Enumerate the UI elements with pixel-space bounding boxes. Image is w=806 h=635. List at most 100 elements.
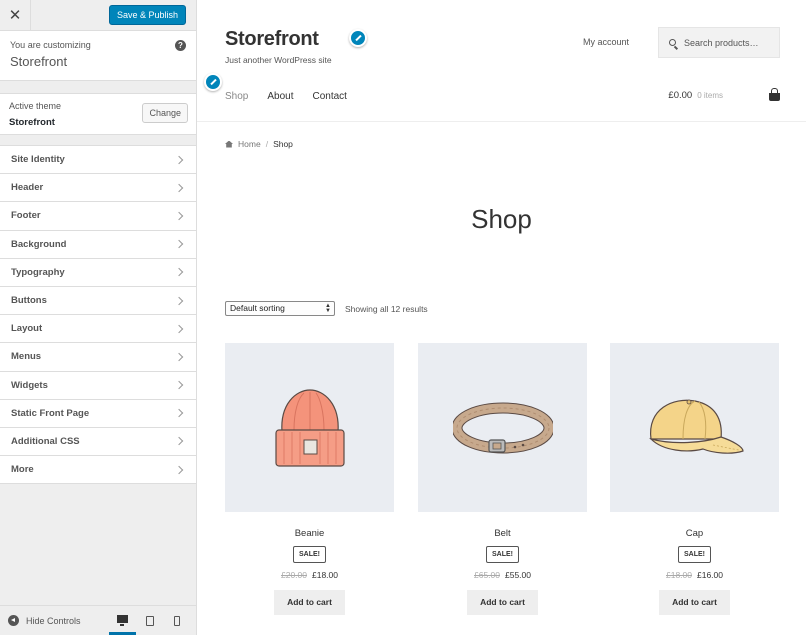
site-title[interactable]: Storefront — [225, 28, 319, 51]
hide-controls-label: Hide Controls — [26, 615, 81, 626]
regular-price: £18.00 — [666, 570, 692, 580]
breadcrumb: Home / Shop — [225, 139, 293, 149]
chevron-right-icon — [174, 239, 184, 249]
regular-price: £65.00 — [474, 570, 500, 580]
regular-price: £20.00 — [281, 570, 307, 580]
chevron-right-icon — [174, 296, 184, 305]
save-publish-button[interactable]: Save & Publish — [108, 5, 186, 25]
active-theme-panel: Active theme Storefront Change — [0, 93, 196, 135]
customizer-footer: Hide Controls — [0, 605, 196, 635]
my-account-link[interactable]: My account — [583, 37, 629, 47]
sale-price: £55.00 — [505, 570, 531, 580]
section-label: Menus — [11, 351, 42, 363]
breadcrumb-current: Shop — [273, 139, 293, 149]
sale-price: £16.00 — [697, 570, 723, 580]
customizer-sections: Site Identity Header Footer Background T… — [0, 145, 196, 485]
section-label: More — [11, 464, 34, 476]
section-label: Site Identity — [11, 154, 65, 166]
breadcrumb-separator: / — [265, 139, 269, 149]
preview-desktop-button[interactable] — [109, 606, 136, 635]
section-label: Layout — [11, 323, 43, 335]
nav-item-shop[interactable]: Shop — [225, 91, 248, 102]
customizing-info: You are customizing Storefront ? — [0, 31, 196, 81]
hide-controls-button[interactable]: Hide Controls — [0, 615, 81, 626]
section-background[interactable]: Background — [0, 230, 196, 259]
product-card: Beanie SALE! £20.00 £18.00 Add to cart — [225, 343, 394, 615]
chevron-right-icon — [174, 155, 184, 164]
collapse-arrow-icon — [8, 615, 19, 626]
section-layout[interactable]: Layout — [0, 315, 196, 344]
product-search-input[interactable]: Search products… — [658, 27, 780, 58]
smartphone-icon — [173, 615, 180, 626]
section-typography[interactable]: Typography — [0, 258, 196, 287]
section-label: Footer — [11, 210, 41, 222]
change-theme-button[interactable]: Change — [142, 103, 188, 123]
section-additional-css[interactable]: Additional CSS — [0, 427, 196, 457]
sale-badge: SALE! — [678, 546, 711, 563]
nav-item-contact[interactable]: Contact — [313, 91, 347, 102]
header-divider — [197, 121, 806, 122]
nav-item-about[interactable]: About — [267, 91, 293, 102]
section-header[interactable]: Header — [0, 174, 196, 203]
section-buttons[interactable]: Buttons — [0, 286, 196, 316]
sale-badge: SALE! — [486, 546, 519, 563]
preview-mobile-button[interactable] — [163, 606, 190, 635]
select-arrows-icon: ▲ ▼ — [325, 303, 331, 314]
chevron-right-icon — [174, 380, 184, 390]
section-label: Header — [11, 182, 44, 194]
search-icon — [669, 39, 676, 46]
customizer-header: ✕ Save & Publish — [0, 0, 196, 31]
desktop-icon — [117, 615, 128, 626]
chevron-right-icon — [174, 268, 184, 277]
section-more[interactable]: More — [0, 456, 196, 485]
product-card: Cap SALE! £18.00 £16.00 Add to cart — [610, 343, 779, 615]
cart-amount: £0.00 — [668, 90, 693, 101]
primary-navigation: Shop About Contact — [225, 91, 366, 102]
section-footer[interactable]: Footer — [0, 202, 196, 231]
product-name[interactable]: Beanie — [225, 528, 394, 539]
sorting-select[interactable]: Default sorting ▲ ▼ — [225, 301, 335, 316]
chevron-right-icon — [174, 437, 184, 446]
customizing-title: Storefront — [10, 54, 68, 69]
product-price: £18.00 £16.00 — [610, 570, 779, 580]
section-menus[interactable]: Menus — [0, 343, 196, 372]
product-name[interactable]: Belt — [418, 528, 587, 539]
section-label: Static Front Page — [11, 407, 90, 419]
chevron-right-icon — [174, 183, 184, 193]
section-static-front-page[interactable]: Static Front Page — [0, 399, 196, 428]
add-to-cart-button[interactable]: Add to cart — [274, 590, 345, 615]
customizing-label: You are customizing — [10, 40, 91, 50]
add-to-cart-button[interactable]: Add to cart — [467, 590, 538, 615]
close-icon[interactable]: ✕ — [0, 0, 31, 30]
home-icon — [225, 140, 233, 148]
site-tagline: Just another WordPress site — [225, 55, 332, 65]
breadcrumb-home-link[interactable]: Home — [238, 139, 261, 149]
chevron-right-icon — [174, 409, 184, 418]
help-icon[interactable]: ? — [175, 40, 186, 51]
chevron-right-icon — [174, 324, 184, 333]
page-title: Shop — [471, 204, 532, 234]
cart-item-count: 0 items — [697, 91, 723, 100]
product-image-cap[interactable] — [610, 343, 779, 512]
section-label: Background — [11, 238, 67, 250]
edit-menu-pencil-icon[interactable] — [204, 73, 222, 91]
product-name[interactable]: Cap — [610, 528, 779, 539]
section-label: Typography — [11, 266, 65, 278]
product-image-belt[interactable] — [418, 343, 587, 512]
add-to-cart-button[interactable]: Add to cart — [659, 590, 730, 615]
sale-price: £18.00 — [312, 570, 338, 580]
edit-shortcut-pencil-icon[interactable] — [349, 29, 367, 47]
preview-tablet-button[interactable] — [136, 606, 163, 635]
section-widgets[interactable]: Widgets — [0, 371, 196, 400]
belt-illustration — [452, 402, 553, 453]
section-site-identity[interactable]: Site Identity — [0, 146, 196, 175]
product-image-beanie[interactable] — [225, 343, 394, 512]
header-cart[interactable]: £0.00 0 items — [668, 88, 780, 101]
tablet-icon — [145, 615, 154, 626]
search-placeholder: Search products… — [684, 37, 759, 48]
chevron-right-icon — [174, 211, 184, 221]
basket-icon — [769, 88, 780, 101]
chevron-right-icon — [174, 352, 184, 362]
product-price: £65.00 £55.00 — [418, 570, 587, 580]
sale-badge: SALE! — [293, 546, 326, 563]
